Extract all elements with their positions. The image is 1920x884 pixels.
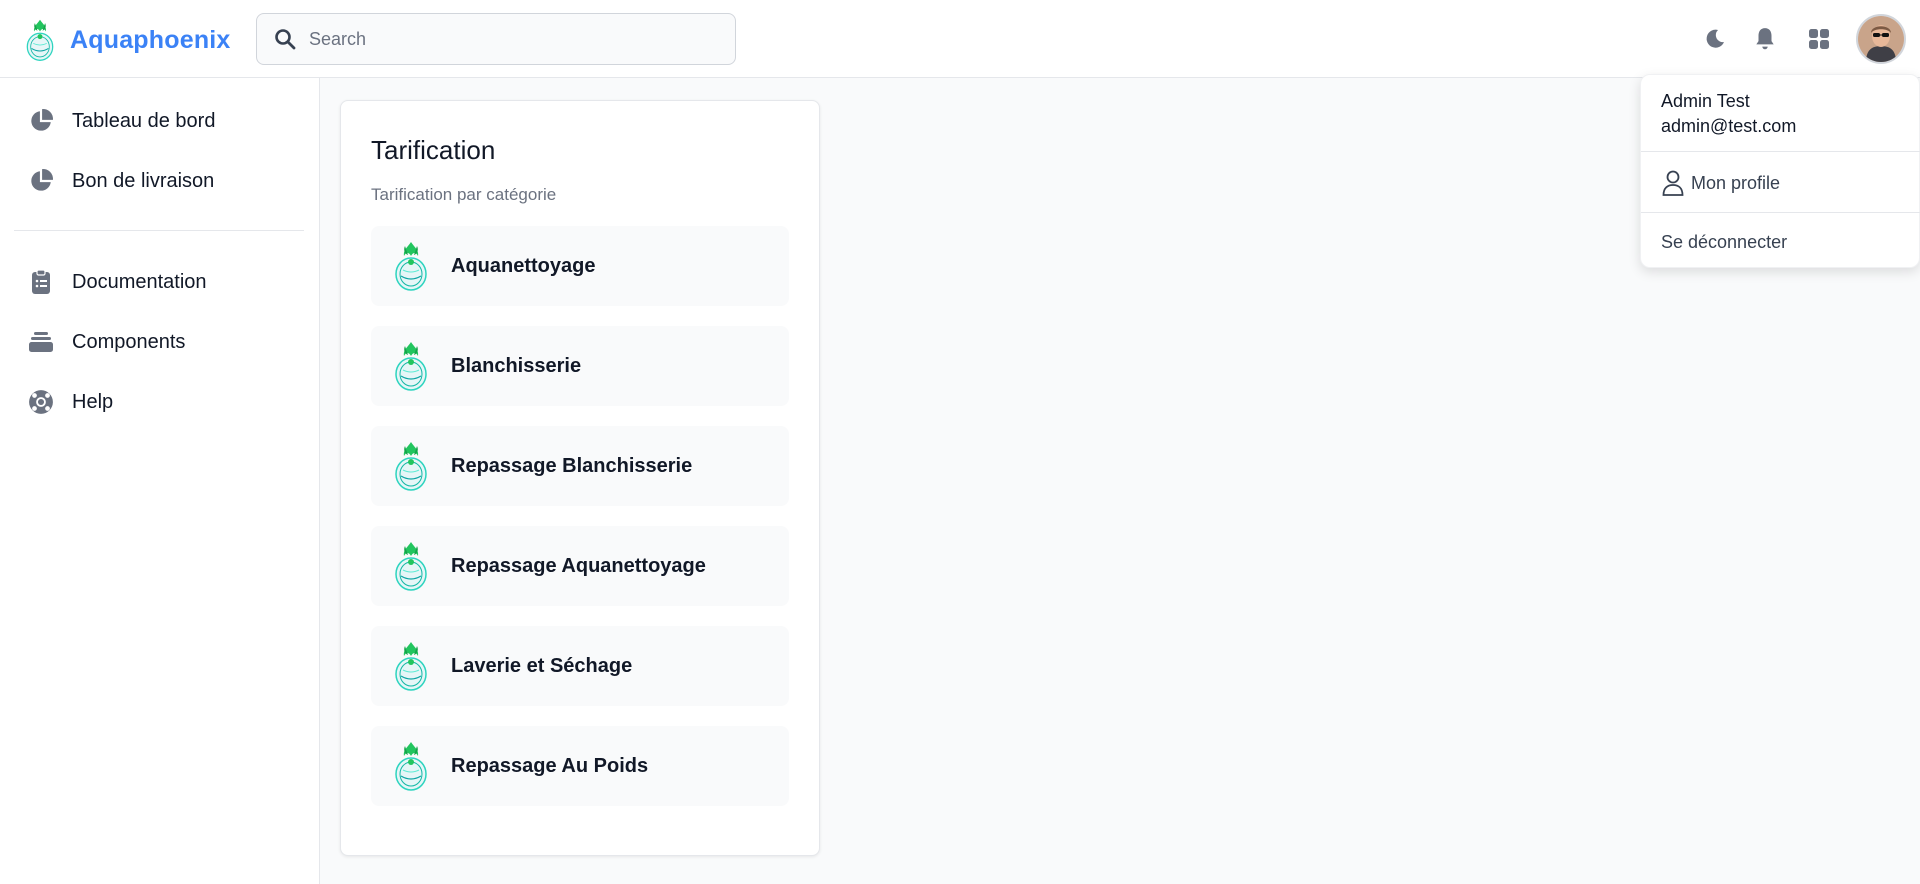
sidebar-item-bon-de-livraison[interactable]: Bon de livraison [14, 155, 304, 207]
category-item[interactable]: Repassage Au Poids [371, 726, 789, 806]
bell-icon[interactable] [1750, 24, 1780, 54]
aquaphoenix-logo-icon [393, 240, 429, 292]
aquaphoenix-logo-icon [393, 340, 429, 392]
pie-chart-icon [28, 108, 54, 134]
sidebar-item-label: Tableau de bord [72, 109, 216, 132]
user-icon [1662, 170, 1684, 196]
aquaphoenix-logo-icon [393, 440, 429, 492]
user-name: Admin Test [1661, 91, 1750, 111]
sidebar-divider [14, 230, 304, 231]
sidebar-item-components[interactable]: Components [14, 316, 304, 368]
aquaphoenix-logo-icon [393, 640, 429, 692]
logout-label: Se déconnecter [1661, 232, 1788, 252]
sidebar-item-label: Help [72, 390, 114, 413]
aquaphoenix-logo-icon [393, 740, 429, 792]
search-input[interactable] [309, 28, 709, 50]
sidebar-item-label: Bon de livraison [72, 169, 215, 192]
category-name: Repassage Blanchisserie [451, 454, 693, 477]
search-icon [275, 29, 296, 50]
category-item[interactable]: Repassage Aquanettoyage [371, 526, 789, 606]
sidebar-item-documentation[interactable]: Documentation [14, 256, 304, 308]
apps-grid-icon[interactable] [1804, 24, 1834, 54]
sidebar-item-label: Documentation [72, 270, 207, 293]
stack-icon [28, 329, 54, 355]
user-avatar[interactable] [1856, 14, 1906, 64]
category-name: Repassage Aquanettoyage [451, 554, 706, 577]
tarification-card: Tarification Tarification par catégorie … [340, 100, 820, 856]
brand-name: Aquaphoenix [70, 25, 231, 54]
logout-menu-item[interactable]: Se déconnecter [1661, 232, 1787, 253]
category-item[interactable]: Laverie et Séchage [371, 626, 789, 706]
pie-chart-icon [28, 168, 54, 194]
sidebar: Tableau de bord Bon de livraison Documen… [0, 78, 320, 884]
category-item[interactable]: Blanchisserie [371, 326, 789, 406]
category-item[interactable]: Repassage Blanchisserie [371, 426, 789, 506]
brand-link[interactable]: Aquaphoenix [24, 18, 231, 62]
dropdown-divider [1641, 151, 1920, 152]
category-item[interactable]: Aquanettoyage [371, 226, 789, 306]
aquaphoenix-logo-icon [24, 18, 56, 62]
top-navbar: Aquaphoenix [0, 0, 1920, 78]
category-name: Aquanettoyage [451, 254, 596, 277]
aquaphoenix-logo-icon [393, 540, 429, 592]
sidebar-item-tableau-de-bord[interactable]: Tableau de bord [14, 95, 304, 147]
category-name: Repassage Au Poids [451, 754, 649, 777]
search-box[interactable] [256, 13, 736, 65]
moon-icon[interactable] [1700, 24, 1730, 54]
clipboard-icon [28, 269, 54, 295]
category-name: Laverie et Séchage [451, 654, 633, 677]
user-email: admin@test.com [1661, 116, 1797, 136]
user-dropdown-menu: Admin Test admin@test.com Mon profile Se… [1640, 74, 1920, 268]
sidebar-item-label: Components [72, 330, 186, 353]
card-title: Tarification [371, 135, 496, 165]
profile-menu-item[interactable]: Mon profile [1661, 169, 1780, 197]
card-subtitle: Tarification par catégorie [371, 185, 557, 204]
sidebar-item-help[interactable]: Help [14, 376, 304, 428]
lifebuoy-icon [28, 389, 54, 415]
avatar-image [1858, 16, 1904, 62]
dropdown-divider [1641, 212, 1920, 213]
category-name: Blanchisserie [451, 354, 582, 377]
profile-label: Mon profile [1691, 172, 1781, 193]
